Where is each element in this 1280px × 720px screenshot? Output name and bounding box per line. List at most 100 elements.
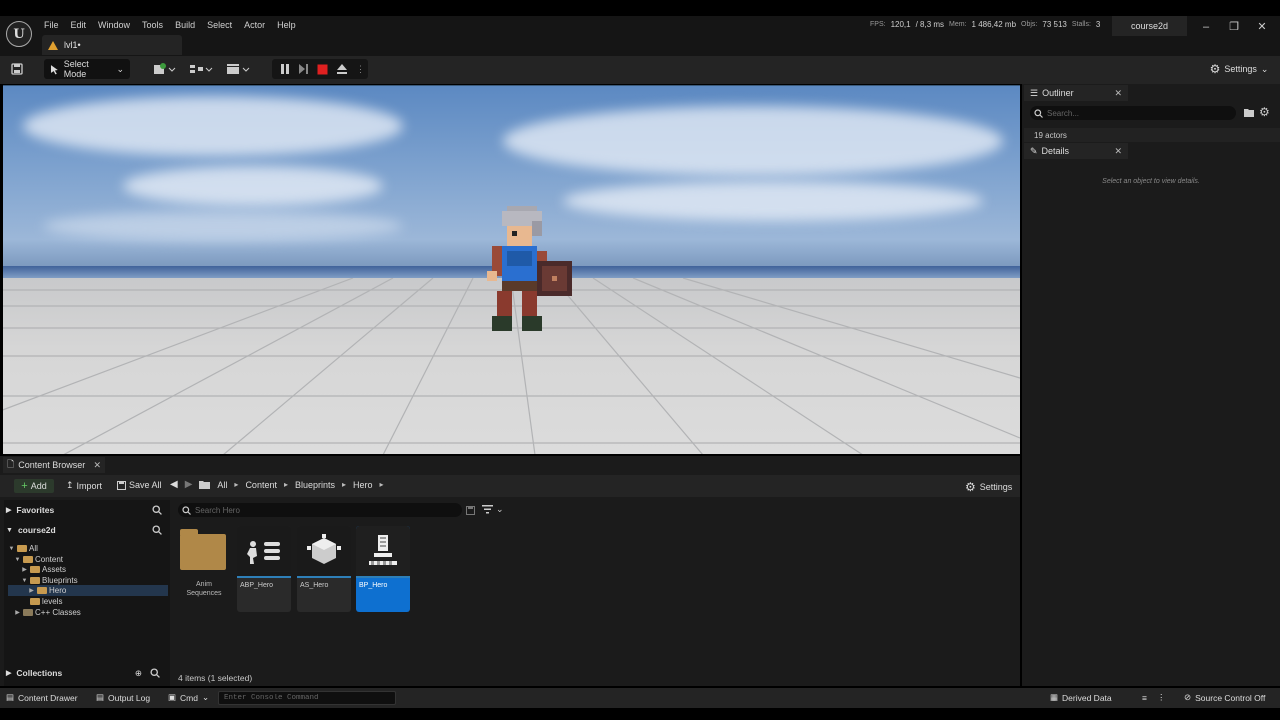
add-collection-icon[interactable]: ⊕ (135, 668, 142, 679)
close-icon[interactable]: ✕ (1114, 146, 1122, 157)
console-command-input[interactable] (224, 694, 392, 702)
search-icon[interactable] (152, 505, 162, 515)
content-browser-settings[interactable]: ⚙ Settings (965, 480, 1012, 494)
gear-icon[interactable]: ⚙ (1259, 105, 1270, 119)
close-icon[interactable]: ✕ (93, 460, 101, 471)
output-log-label: Output Log (108, 692, 151, 703)
blueprint-class-icon (356, 526, 410, 576)
asset-search-input[interactable] (195, 505, 445, 515)
chevron-down-icon: ▼ (21, 577, 28, 584)
window-controls: – ❐ ✕ (1200, 20, 1268, 34)
level-viewport[interactable] (3, 85, 1020, 454)
menu-help[interactable]: Help (271, 18, 302, 32)
close-icon[interactable]: ✕ (1256, 20, 1268, 33)
derived-data-icon: ▦ (1050, 692, 1059, 702)
content-browser-tab[interactable]: 🗋 Content Browser ✕ (3, 457, 105, 473)
derived-data-button[interactable]: ▦ Derived Data (1050, 692, 1112, 703)
menu-tools[interactable]: Tools (136, 18, 169, 32)
output-log-button[interactable]: ▤ Output Log (96, 692, 150, 703)
chevron-right-icon: ▶ (29, 588, 34, 594)
folder-tile-anim-sequences[interactable]: Anim Sequences (178, 529, 230, 600)
breadcrumb-separator-icon: ▸ (342, 480, 347, 489)
menu-file[interactable]: File (38, 18, 65, 32)
tree-label: C++ Classes (35, 608, 81, 617)
unreal-logo-icon[interactable]: U (6, 21, 32, 47)
outliner-search[interactable] (1030, 106, 1236, 120)
frame-skip-icon[interactable] (298, 63, 309, 75)
save-search-icon[interactable] (466, 506, 475, 515)
cursor-icon (50, 64, 58, 74)
favorites-header[interactable]: ▶ Favorites (6, 502, 170, 518)
toolbar-settings-button[interactable]: ⚙ Settings ⌄ (1206, 59, 1272, 79)
history-back-icon[interactable]: ◀ (170, 479, 178, 490)
blueprints-button[interactable] (188, 59, 214, 79)
menu-actor[interactable]: Actor (238, 18, 271, 32)
tree-item-assets[interactable]: ▶ Assets (21, 564, 66, 575)
revision-control-icon[interactable]: ≡ (1142, 693, 1147, 703)
search-icon[interactable] (150, 667, 160, 678)
breadcrumb-all[interactable]: All (217, 480, 227, 490)
eject-icon[interactable] (336, 63, 348, 75)
menu-window[interactable]: Window (92, 18, 136, 32)
breadcrumb: ◀ ▶ All ▸ Content ▸ Blueprints ▸ Hero ▸ (170, 479, 384, 490)
tree-item-all[interactable]: ▼ All (8, 543, 38, 554)
asset-tile-abp-hero[interactable]: ABP_Hero (237, 526, 291, 612)
breadcrumb-hero[interactable]: Hero (353, 480, 373, 490)
cmd-dropdown[interactable]: ▣ Cmd ⌄ (168, 692, 209, 703)
add-actor-button[interactable] (150, 59, 178, 79)
search-icon (1034, 108, 1043, 118)
details-tab[interactable]: ✎ Details ✕ (1024, 143, 1128, 159)
asset-type-bar (356, 576, 410, 578)
outliner-title: Outliner (1042, 88, 1074, 98)
breadcrumb-blueprints[interactable]: Blueprints (295, 480, 335, 490)
search-icon[interactable] (152, 525, 162, 535)
filter-icon (482, 505, 493, 514)
tree-item-levels[interactable]: levels (21, 596, 62, 607)
breadcrumb-content[interactable]: Content (245, 480, 277, 490)
project-header[interactable]: ▼ course2d (6, 522, 170, 538)
import-label: Import (76, 480, 103, 491)
pause-icon[interactable] (280, 63, 290, 75)
save-button[interactable] (8, 59, 26, 79)
chevron-down-icon: ▼ (6, 526, 13, 534)
add-folder-icon[interactable] (1244, 108, 1254, 117)
asset-tile-bp-hero[interactable]: BP_Hero (356, 526, 410, 612)
tree-item-cpp-classes[interactable]: ▶ C++ Classes (14, 607, 81, 618)
restore-icon[interactable]: ❐ (1228, 20, 1240, 33)
stop-icon[interactable] (317, 64, 328, 75)
folder-icon (17, 545, 27, 552)
content-drawer-button[interactable]: ▤ Content Drawer (6, 692, 78, 703)
tree-item-hero[interactable]: ▶ Hero (8, 585, 168, 596)
outliner-search-input[interactable] (1047, 108, 1227, 118)
more-options-icon[interactable]: ⋮ (1157, 692, 1166, 703)
select-mode-dropdown[interactable]: Select Mode ⌄ (44, 59, 130, 79)
minimize-icon[interactable]: – (1200, 21, 1212, 33)
clapperboard-icon (227, 64, 250, 74)
chevron-down-icon: ▼ (8, 545, 15, 552)
asset-search[interactable] (178, 503, 462, 517)
level-tab[interactable]: lvl1• (42, 35, 182, 55)
add-button[interactable]: + Add (14, 479, 54, 493)
menu-select[interactable]: Select (201, 18, 238, 32)
save-all-button[interactable]: Save All (117, 480, 162, 490)
import-button[interactable]: ↥ Import (66, 480, 102, 491)
source-control-button[interactable]: ⊘ Source Control Off (1184, 692, 1265, 703)
hero-sprite[interactable] (477, 206, 577, 336)
more-options-icon[interactable]: ⋮ (356, 64, 365, 75)
frame-ms: / 8,3 ms (915, 20, 945, 29)
asset-tile-as-hero[interactable]: AS_Hero (297, 526, 351, 612)
close-icon[interactable]: ✕ (1114, 88, 1122, 99)
stalls-label: Stalls: (1071, 21, 1091, 28)
history-forward-icon[interactable]: ▶ (185, 479, 193, 490)
save-all-label: Save All (129, 480, 162, 490)
menu-edit[interactable]: Edit (65, 18, 93, 32)
outliner-tab[interactable]: ☰ Outliner ✕ (1024, 85, 1128, 101)
import-icon: ↥ (66, 480, 74, 490)
filter-dropdown[interactable]: ⌄ (482, 504, 504, 515)
collections-header[interactable]: ▶ Collections ⊕ (6, 665, 166, 681)
cinematics-button[interactable] (225, 59, 251, 79)
menu-build[interactable]: Build (169, 18, 201, 32)
console-command-field[interactable] (218, 691, 396, 705)
project-tab[interactable]: course2d (1112, 16, 1187, 36)
collections-label: Collections (16, 668, 63, 678)
